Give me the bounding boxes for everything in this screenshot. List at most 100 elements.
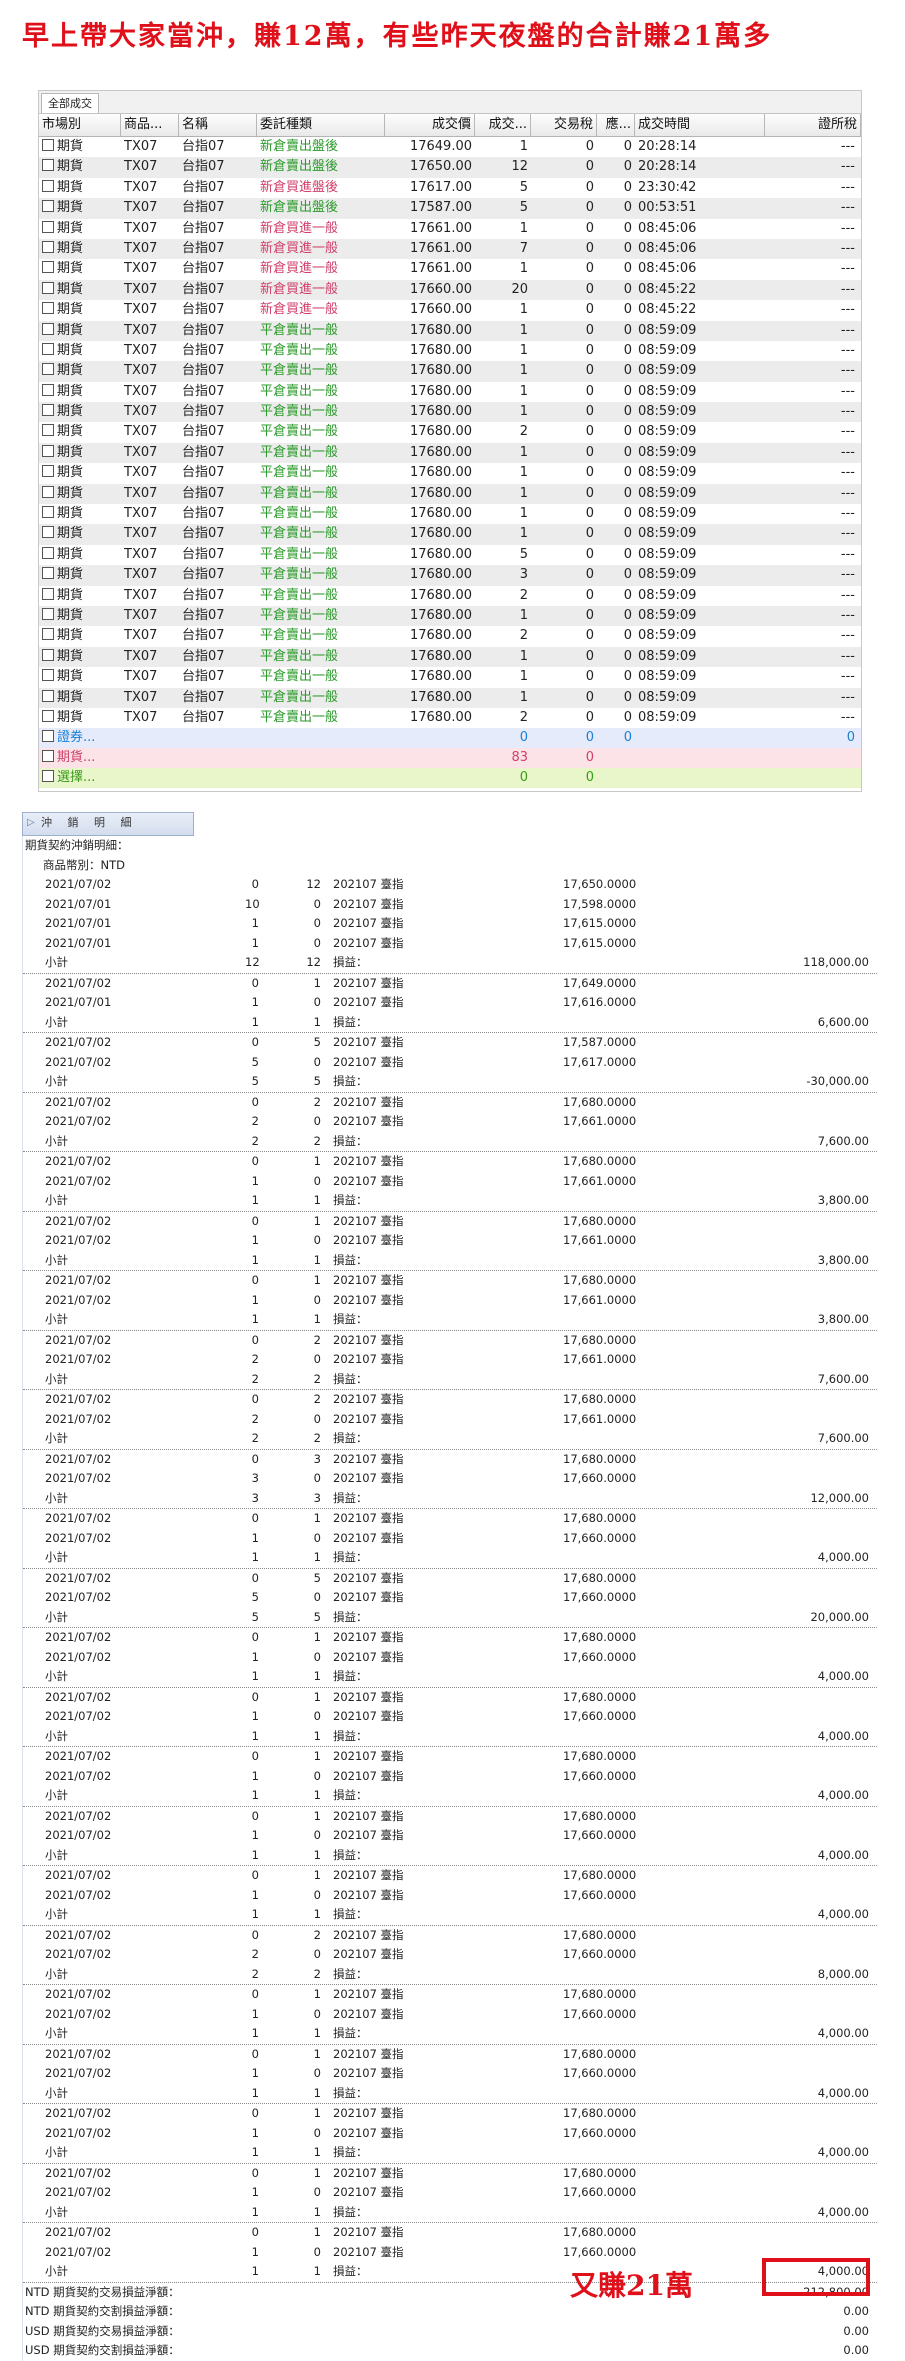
- table-row[interactable]: 期貨 TX07 台指07 平倉賣出一般 17680.00 2 0 0 08:59:09 ---: [39, 585, 861, 606]
- row-checkbox[interactable]: [42, 709, 54, 722]
- row-checkbox[interactable]: [42, 587, 54, 600]
- column-header[interactable]: 交易稅: [531, 114, 597, 136]
- annotation-text: 又賺21萬: [570, 2269, 693, 2302]
- close-qty: 0: [313, 935, 321, 950]
- column-header[interactable]: 成交價: [385, 114, 475, 136]
- table-row[interactable]: 期貨 TX07 台指07 新倉買進盤後 17617.00 5 0 0 23:30:42 ---: [39, 177, 861, 199]
- table-row[interactable]: 期貨 TX07 台指07 新倉買進一般 17661.00 1 0 0 08:45:06 ---: [39, 218, 861, 239]
- row-checkbox[interactable]: [42, 485, 54, 498]
- expand-arrow-icon[interactable]: ▷: [27, 813, 35, 833]
- table-row[interactable]: 期貨 TX07 台指07 平倉賣出一般 17680.00 1 0 0 08:59:09 ---: [39, 605, 861, 627]
- contract-name: 202107 臺指: [333, 2125, 404, 2140]
- table-row[interactable]: 期貨 TX07 台指07 新倉買進一般 17660.00 20 0 0 08:45:22 ---: [39, 279, 861, 301]
- row-checkbox[interactable]: [42, 444, 54, 457]
- name-cell: 台指07: [182, 281, 225, 297]
- table-row[interactable]: 期貨 TX07 台指07 平倉賣出一般 17680.00 1 0 0 08:59:09 ---: [39, 442, 861, 464]
- row-checkbox[interactable]: [42, 750, 54, 763]
- detail-row: 2021/07/02 0 1 202107 臺指 17,680.0000: [23, 1152, 877, 1172]
- table-row[interactable]: 期貨 TX07 台指07 新倉賣出盤後 17587.00 5 0 0 00:53:51 ---: [39, 198, 861, 219]
- price-cell: 17649.00: [409, 139, 472, 154]
- row-checkbox[interactable]: [42, 506, 54, 519]
- table-row[interactable]: 期貨 TX07 台指07 平倉賣出一般 17680.00 1 0 0 08:59:09 ---: [39, 361, 861, 382]
- row-checkbox[interactable]: [42, 770, 54, 783]
- table-row[interactable]: 期貨 TX07 台指07 平倉賣出一般 17680.00 3 0 0 08:59:09 ---: [39, 565, 861, 586]
- row-checkbox[interactable]: [42, 730, 54, 743]
- row-checkbox[interactable]: [42, 669, 54, 682]
- type-cell: 平倉賣出一般: [260, 567, 339, 583]
- tax-cell: 0: [585, 444, 594, 460]
- row-checkbox[interactable]: [42, 139, 54, 151]
- table-row[interactable]: 期貨 TX07 台指07 平倉賣出一般 17680.00 2 0 0 08:59:09 ---: [39, 626, 861, 647]
- column-header[interactable]: 市場別: [39, 114, 121, 136]
- table-row[interactable]: 期貨 TX07 台指07 平倉賣出一般 17680.00 5 0 0 08:59:09 ---: [39, 544, 861, 566]
- column-header[interactable]: 成交時間: [635, 114, 765, 136]
- type-cell: 新倉買進一般: [260, 220, 339, 236]
- row-checkbox[interactable]: [42, 281, 54, 294]
- summary-row[interactable]: 選擇... 0 0: [39, 768, 861, 789]
- table-row[interactable]: 期貨 TX07 台指07 新倉賣出盤後 17649.00 1 0 0 20:28:14 ---: [39, 137, 861, 158]
- table-row[interactable]: 期貨 TX07 台指07 平倉賣出一般 17680.00 1 0 0 08:59:09 ---: [39, 667, 861, 688]
- table-row[interactable]: 期貨 TX07 台指07 新倉買進一般 17660.00 1 0 0 08:45:22 ---: [39, 300, 861, 321]
- row-checkbox[interactable]: [42, 607, 54, 620]
- row-checkbox[interactable]: [42, 342, 54, 355]
- subtotal-label: 小計: [45, 1728, 68, 1743]
- row-checkbox[interactable]: [42, 322, 54, 335]
- table-row[interactable]: 期貨 TX07 台指07 新倉買進一般 17661.00 7 0 0 08:45:06 ---: [39, 238, 861, 260]
- net-total-label: USD 期貨契約交割損益淨額：: [25, 2343, 180, 2357]
- table-row[interactable]: 期貨 TX07 台指07 平倉賣出一般 17680.00 1 0 0 08:59:09 ---: [39, 402, 861, 423]
- table-row[interactable]: 期貨 TX07 台指07 平倉賣出一般 17680.00 1 0 0 08:59:09 ---: [39, 504, 861, 525]
- table-row[interactable]: 期貨 TX07 台指07 平倉賣出一般 17680.00 1 0 0 08:59:09 ---: [39, 687, 861, 708]
- table-row[interactable]: 期貨 TX07 台指07 平倉賣出一般 17680.00 1 0 0 08:59:09 ---: [39, 524, 861, 545]
- column-header[interactable]: 名稱: [179, 114, 257, 136]
- row-checkbox[interactable]: [42, 179, 54, 192]
- table-row[interactable]: 期貨 TX07 台指07 新倉買進一般 17661.00 1 0 0 08:45:06 ---: [39, 259, 861, 280]
- tab-all-trades[interactable]: 全部成交: [41, 93, 99, 113]
- table-row[interactable]: 期貨 TX07 台指07 平倉賣出一般 17680.00 1 0 0 08:59:09 ---: [39, 646, 861, 668]
- pl-amount: -30,000.00: [806, 1074, 869, 1088]
- row-checkbox[interactable]: [42, 302, 54, 315]
- column-header[interactable]: 委託種類: [257, 114, 385, 136]
- row-checkbox[interactable]: [42, 261, 54, 274]
- table-row[interactable]: 期貨 TX07 台指07 平倉賣出一般 17680.00 1 0 0 08:59:09 ---: [39, 381, 861, 403]
- summary-row[interactable]: 期貨... 83 0: [39, 748, 861, 769]
- contract-name: 202107 臺指: [333, 1273, 404, 1287]
- row-checkbox[interactable]: [42, 220, 54, 233]
- column-header[interactable]: 應...: [597, 114, 635, 136]
- table-row[interactable]: 期貨 TX07 台指07 平倉賣出一般 17680.00 1 0 0 08:59:09 ---: [39, 483, 861, 505]
- row-checkbox[interactable]: [42, 628, 54, 641]
- row-checkbox[interactable]: [42, 159, 54, 172]
- tab-offset-detail[interactable]: 沖 銷 明 細: [41, 813, 138, 833]
- row-checkbox[interactable]: [42, 383, 54, 396]
- row-checkbox[interactable]: [42, 526, 54, 539]
- column-header[interactable]: 成交...: [475, 114, 531, 136]
- column-header[interactable]: 商品...: [121, 114, 179, 136]
- row-checkbox[interactable]: [42, 240, 54, 253]
- summary-row[interactable]: 證券... 0 0 0 0: [39, 728, 861, 749]
- table-row[interactable]: 期貨 TX07 台指07 平倉賣出一般 17680.00 2 0 0 08:59:09 ---: [39, 422, 861, 443]
- row-checkbox[interactable]: [42, 200, 54, 213]
- row-checkbox[interactable]: [42, 546, 54, 559]
- row-checkbox[interactable]: [42, 567, 54, 580]
- open-qty: 10: [245, 896, 260, 911]
- row-checkbox[interactable]: [42, 648, 54, 661]
- trade-date: 2021/07/02: [45, 1987, 112, 2001]
- table-row[interactable]: 期貨 TX07 台指07 平倉賣出一般 17680.00 1 0 0 08:59:09 ---: [39, 463, 861, 484]
- row-checkbox[interactable]: [42, 363, 54, 376]
- column-header[interactable]: 證所稅: [765, 114, 861, 136]
- type-cell: 新倉買進一般: [260, 281, 339, 297]
- row-checkbox[interactable]: [42, 465, 54, 478]
- table-row[interactable]: 期貨 TX07 台指07 平倉賣出一般 17680.00 1 0 0 08:59:09 ---: [39, 320, 861, 341]
- table-row[interactable]: 期貨 TX07 台指07 平倉賣出一般 17680.00 2 0 0 08:59:09 ---: [39, 707, 861, 729]
- table-row[interactable]: 期貨 TX07 台指07 新倉賣出盤後 17650.00 12 0 0 20:28:14 ---: [39, 157, 861, 178]
- row-checkbox[interactable]: [42, 689, 54, 702]
- net-total-label: NTD 期貨契約交割損益淨額：: [25, 2304, 180, 2318]
- trade-date: 2021/07/02: [45, 1332, 112, 1347]
- row-checkbox[interactable]: [42, 424, 54, 437]
- row-checkbox[interactable]: [42, 404, 54, 417]
- detail-row: 2021/07/02 5 0 202107 臺指 17,660.0000: [23, 1588, 877, 1608]
- code-cell: TX07: [124, 444, 158, 460]
- pl-amount: 7,600.00: [817, 1371, 869, 1386]
- table-row[interactable]: 期貨 TX07 台指07 平倉賣出一般 17680.00 1 0 0 08:59:09 ---: [39, 340, 861, 362]
- market-cell: 期貨: [39, 239, 121, 259]
- name-cell: 台指07: [182, 261, 225, 277]
